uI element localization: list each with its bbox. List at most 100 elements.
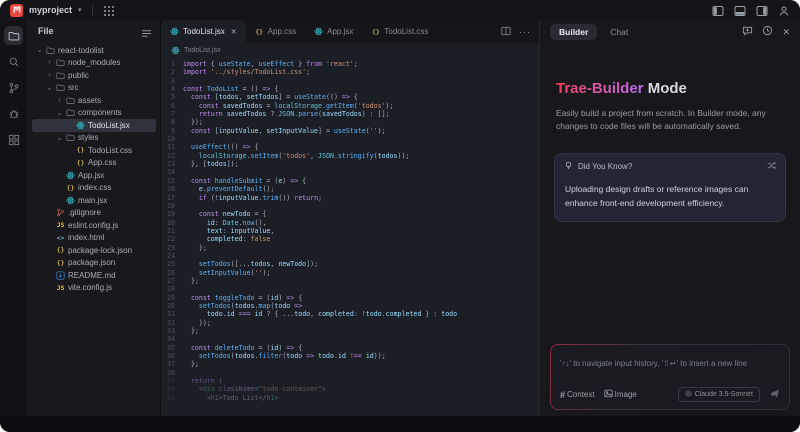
send-icon[interactable] xyxy=(769,388,780,401)
hero-title-accent: Trae-Builder xyxy=(556,80,644,97)
tree-item[interactable]: ⌄ src xyxy=(32,82,156,95)
file-label: index.css xyxy=(78,183,112,193)
tree-item[interactable]: › node_modules xyxy=(32,57,156,70)
code-text: }, [todos]); xyxy=(183,160,239,169)
breadcrumb[interactable]: TodoList.jsx xyxy=(161,43,539,57)
chevron-down-icon[interactable]: ▾ xyxy=(78,6,82,14)
tree-item[interactable]: README.md xyxy=(32,269,156,282)
file-label: public xyxy=(68,70,89,80)
line-number: 3 xyxy=(171,76,175,85)
css-icon: {} xyxy=(255,27,264,36)
split-editor-icon[interactable] xyxy=(501,23,511,41)
rail-extensions-icon[interactable] xyxy=(4,130,23,149)
code-line: 2 import '../styles/TodoList.css'; xyxy=(161,68,539,76)
image-label: Image xyxy=(614,390,637,399)
css-icon: {} xyxy=(76,146,85,155)
layout-left-icon[interactable] xyxy=(712,4,724,16)
code-line: 19 const newTodo = { xyxy=(161,210,539,218)
folder-icon xyxy=(66,108,75,117)
layout-right-icon[interactable] xyxy=(756,4,768,16)
css-icon: {} xyxy=(371,27,380,36)
code-line: 11 useEffect(() => { xyxy=(161,143,539,151)
tree-item[interactable]: TodoList.jsx xyxy=(32,119,156,132)
close-icon[interactable]: ✕ xyxy=(782,27,790,38)
tree-item[interactable]: {} App.css xyxy=(32,157,156,170)
code-line: 8 }); xyxy=(161,118,539,126)
code-line: 5 const [todos, setTodos] = useState(() … xyxy=(161,93,539,101)
tree-item[interactable]: main.jsx xyxy=(32,194,156,207)
app-logo[interactable] xyxy=(10,3,23,17)
folder-icon xyxy=(56,71,65,80)
line-number: 26 xyxy=(167,268,175,277)
code-text: text: inputValue, xyxy=(206,226,275,235)
editor-tab[interactable]: {} App.css xyxy=(246,20,305,43)
rail-debug-icon[interactable] xyxy=(4,104,23,123)
divider xyxy=(91,5,93,15)
line-number: 1 xyxy=(171,60,175,68)
rail-search-icon[interactable] xyxy=(4,52,23,71)
code-line: 29 const toggleTodo = (id) => { xyxy=(161,294,539,302)
line-number: 19 xyxy=(167,210,175,219)
tree-item[interactable]: {} package-lock.json xyxy=(32,244,156,257)
code-line: 34 xyxy=(161,335,539,343)
code-line: 1 import { useState, useEffect } from 're… xyxy=(161,60,539,68)
prompt-input[interactable] xyxy=(560,359,780,368)
panel-menu-icon[interactable] xyxy=(141,26,152,37)
close-icon[interactable]: ✕ xyxy=(231,28,237,36)
tab-label: TodoList.css xyxy=(384,27,429,36)
line-number: 24 xyxy=(167,251,175,260)
shuffle-icon[interactable] xyxy=(767,161,776,172)
tree-item[interactable]: JS vite.config.js xyxy=(32,282,156,295)
code-line: 18 xyxy=(161,202,539,210)
file-label: TodoList.jsx xyxy=(88,120,130,130)
code-line: 6 const savedTodos = localStorage.getIte… xyxy=(161,102,539,110)
account-icon[interactable] xyxy=(778,4,790,16)
line-number: 11 xyxy=(167,143,175,152)
tree-item[interactable]: JS eslint.config.js xyxy=(32,219,156,232)
line-number: 25 xyxy=(167,260,175,269)
tree-item[interactable]: .gitignore xyxy=(32,207,156,220)
tab-builder[interactable]: Builder xyxy=(550,24,598,40)
tree-item[interactable]: {} package.json xyxy=(32,257,156,270)
code-text: e.preventDefault(); xyxy=(198,185,275,194)
editor-tab[interactable]: App.jsx xyxy=(305,20,362,43)
file-label: eslint.config.js xyxy=(68,220,119,230)
tree-item[interactable]: {} TodoList.css xyxy=(32,144,156,157)
editor-tab[interactable]: TodoList.jsx ✕ xyxy=(161,20,246,43)
more-icon[interactable]: ··· xyxy=(519,27,531,37)
tree-item[interactable]: App.jsx xyxy=(32,169,156,182)
code-text: const savedTodos = localStorage.getItem(… xyxy=(198,101,394,110)
tab-chat[interactable]: Chat xyxy=(601,24,637,40)
model-selector[interactable]: Claude 3.5-Sonnet xyxy=(677,387,760,402)
image-icon xyxy=(603,389,613,400)
code-line: 20 id: Date.now(), xyxy=(161,219,539,227)
line-number: 29 xyxy=(167,293,175,302)
tree-item[interactable]: {} index.css xyxy=(32,182,156,195)
rail-source-control-icon[interactable] xyxy=(4,78,23,97)
js-icon: JS xyxy=(56,283,65,292)
image-button[interactable]: Image xyxy=(603,389,637,400)
editor-tab[interactable]: {} TodoList.css xyxy=(362,20,437,43)
tree-item[interactable]: <> index.html xyxy=(32,232,156,245)
line-number: 2 xyxy=(171,68,175,77)
line-number: 16 xyxy=(167,185,175,194)
rail-files-icon[interactable] xyxy=(4,26,23,45)
tree-item[interactable]: › assets xyxy=(32,94,156,107)
grid-icon[interactable] xyxy=(103,4,115,16)
layout-bottom-icon[interactable] xyxy=(734,4,746,16)
history-icon[interactable] xyxy=(762,23,773,41)
tree-item[interactable]: › public xyxy=(32,69,156,82)
new-chat-icon[interactable] xyxy=(742,23,753,41)
file-label: main.jsx xyxy=(78,195,108,205)
code-line: 4 const TodoList = () => { xyxy=(161,85,539,93)
tree-item[interactable]: ⌄ components xyxy=(32,107,156,120)
chevron-right-icon: › xyxy=(48,71,51,79)
project-name[interactable]: myproject xyxy=(29,5,72,15)
context-button[interactable]: # Context xyxy=(560,390,595,400)
tree-item[interactable]: ⌄ styles xyxy=(32,132,156,145)
file-label: package-lock.json xyxy=(68,245,133,255)
code-editor[interactable]: 1 import { useState, useEffect } from 're… xyxy=(161,57,539,416)
tree-item[interactable]: ⌄ react-todolist xyxy=(32,44,156,57)
file-label: TodoList.css xyxy=(88,145,133,155)
line-number: 34 xyxy=(167,335,175,344)
